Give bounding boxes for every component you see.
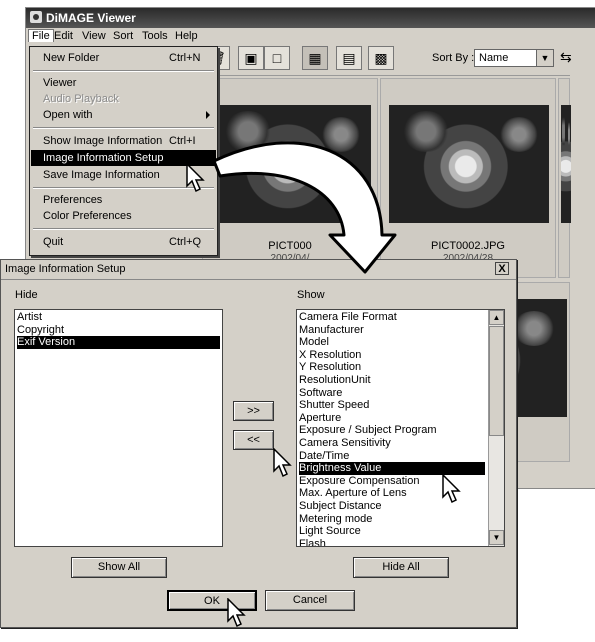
sort-by-label: Sort By :: [432, 52, 475, 64]
list-view-icon[interactable]: ▤: [336, 46, 362, 70]
menu-view[interactable]: View: [79, 30, 109, 42]
menu-separator: [33, 228, 214, 230]
hide-list-label: Hide: [15, 289, 38, 301]
import-icon[interactable]: ▣: [238, 46, 264, 70]
list-item[interactable]: Camera File Format: [299, 311, 485, 324]
show-list-label: Show: [297, 289, 325, 301]
mouse-pointer-icon: [273, 448, 292, 478]
chevron-down-icon: ▼: [536, 50, 553, 66]
menu-item-label: Quit: [43, 236, 64, 248]
move-to-hide-button[interactable]: <<: [233, 430, 274, 450]
menu-file[interactable]: File: [28, 29, 54, 42]
scrollbar[interactable]: ▲ ▼: [488, 310, 504, 546]
list-item[interactable]: Date/Time: [299, 450, 485, 463]
list-item[interactable]: Light Source: [299, 525, 485, 538]
scroll-down-icon[interactable]: ▼: [489, 530, 504, 545]
menu-separator: [33, 70, 214, 72]
sort-by-select[interactable]: Name ▼: [474, 49, 554, 67]
menu-separator: [33, 127, 214, 129]
menu-item-label: Color Preferences: [43, 210, 132, 222]
menu-item-label: Show Image Information: [43, 135, 163, 147]
list-item[interactable]: Shutter Speed: [299, 399, 485, 412]
list-item[interactable]: Aperture: [299, 412, 485, 425]
toolbar: 🗑 ▣ □ ▦ ▤ ▩ Sort By : Name ▼ ⇆: [198, 41, 572, 76]
menu-help[interactable]: Help: [172, 30, 201, 42]
list-item[interactable]: Manufacturer: [299, 324, 485, 337]
app-icon: [30, 11, 42, 23]
menu-tools[interactable]: Tools: [139, 30, 171, 42]
list-item[interactable]: Y Resolution: [299, 361, 485, 374]
menu-item-label: Preferences: [43, 194, 103, 206]
divider: [1, 279, 516, 280]
list-item[interactable]: X Resolution: [299, 349, 485, 362]
menu-item-preferences[interactable]: Preferences: [31, 192, 216, 208]
list-item-selected[interactable]: Exif Version: [17, 336, 220, 349]
close-icon[interactable]: X: [495, 262, 509, 275]
thumbnail-filename: PICT000: [268, 240, 312, 252]
detail-view-icon[interactable]: ▩: [368, 46, 394, 70]
menu-item-audio-playback: Audio Playback: [31, 91, 216, 107]
menu-item-label: Audio Playback: [43, 93, 119, 105]
list-item[interactable]: ResolutionUnit: [299, 374, 485, 387]
thumbnail-image: [561, 105, 571, 223]
menu-item-shortcut: Ctrl+I: [169, 135, 196, 147]
menu-item-open-with[interactable]: Open with: [31, 107, 216, 123]
list-item[interactable]: Artist: [17, 311, 220, 324]
menu-item-label: Open with: [43, 109, 93, 121]
dialog-title: Image Information Setup: [5, 263, 126, 275]
list-item[interactable]: Flash: [299, 538, 485, 546]
list-item[interactable]: Model: [299, 336, 485, 349]
list-item[interactable]: Exposure / Subject Program: [299, 424, 485, 437]
show-all-button[interactable]: Show All: [71, 557, 167, 578]
show-listbox[interactable]: Camera File Format Manufacturer Model X …: [296, 309, 505, 547]
menu-item-color-preferences[interactable]: Color Preferences: [31, 208, 216, 224]
menu-item-quit[interactable]: Quit Ctrl+Q: [31, 234, 216, 250]
menu-item-viewer[interactable]: Viewer: [31, 75, 216, 91]
menu-item-label: Save Image Information: [43, 169, 160, 181]
list-item[interactable]: Copyright: [17, 324, 220, 337]
mouse-pointer-icon: [227, 598, 246, 628]
scrollbar-thumb[interactable]: [489, 326, 504, 436]
image-information-setup-dialog: Image Information Setup X Hide Show Arti…: [0, 259, 517, 628]
list-item[interactable]: Software: [299, 387, 485, 400]
menu-item-new-folder[interactable]: New Folder Ctrl+N: [31, 50, 216, 66]
menu-item-show-image-information[interactable]: Show Image Information Ctrl+I: [31, 133, 216, 149]
thumbnail-filename: PICT0002.JPG: [431, 240, 505, 252]
menu-item-label: Image Information Setup: [43, 152, 164, 164]
hide-listbox[interactable]: Artist Copyright Exif Version: [14, 309, 223, 547]
list-item[interactable]: Metering mode: [299, 513, 485, 526]
cancel-button[interactable]: Cancel: [265, 590, 355, 611]
menu-edit[interactable]: Edit: [51, 30, 76, 42]
sort-by-value: Name: [479, 52, 509, 64]
thumbnail-item[interactable]: [558, 78, 571, 278]
camera-icon[interactable]: □: [264, 46, 290, 70]
thumbnail-item[interactable]: PICT000 2002/04/: [202, 78, 378, 278]
menu-sort[interactable]: Sort: [110, 30, 136, 42]
menu-item-shortcut: Ctrl+N: [169, 52, 201, 64]
menu-item-label: Viewer: [43, 77, 77, 89]
file-menu: New Folder Ctrl+N Viewer Audio Playback …: [29, 46, 218, 256]
move-to-show-button[interactable]: >>: [233, 401, 274, 421]
swap-icon[interactable]: ⇆: [560, 46, 572, 70]
thumbnail-image: [211, 105, 371, 223]
mouse-pointer-icon: [442, 474, 461, 504]
viewer-title: DiMAGE Viewer: [46, 11, 136, 25]
hide-all-button[interactable]: Hide All: [353, 557, 449, 578]
thumbnail-image: [389, 105, 549, 223]
menu-item-shortcut: Ctrl+Q: [169, 236, 202, 248]
mouse-pointer-icon: [186, 163, 205, 193]
scroll-up-icon[interactable]: ▲: [489, 310, 504, 325]
list-item-selected[interactable]: Brightness Value: [299, 462, 485, 475]
thumbnail-view-icon[interactable]: ▦: [302, 46, 328, 70]
viewer-titlebar: DiMAGE Viewer: [26, 8, 595, 28]
menu-item-label: New Folder: [43, 52, 100, 64]
submenu-arrow-icon: [206, 111, 210, 119]
list-item[interactable]: Camera Sensitivity: [299, 437, 485, 450]
thumbnail-item[interactable]: PICT0002.JPG 2002/04/28: [380, 78, 556, 278]
